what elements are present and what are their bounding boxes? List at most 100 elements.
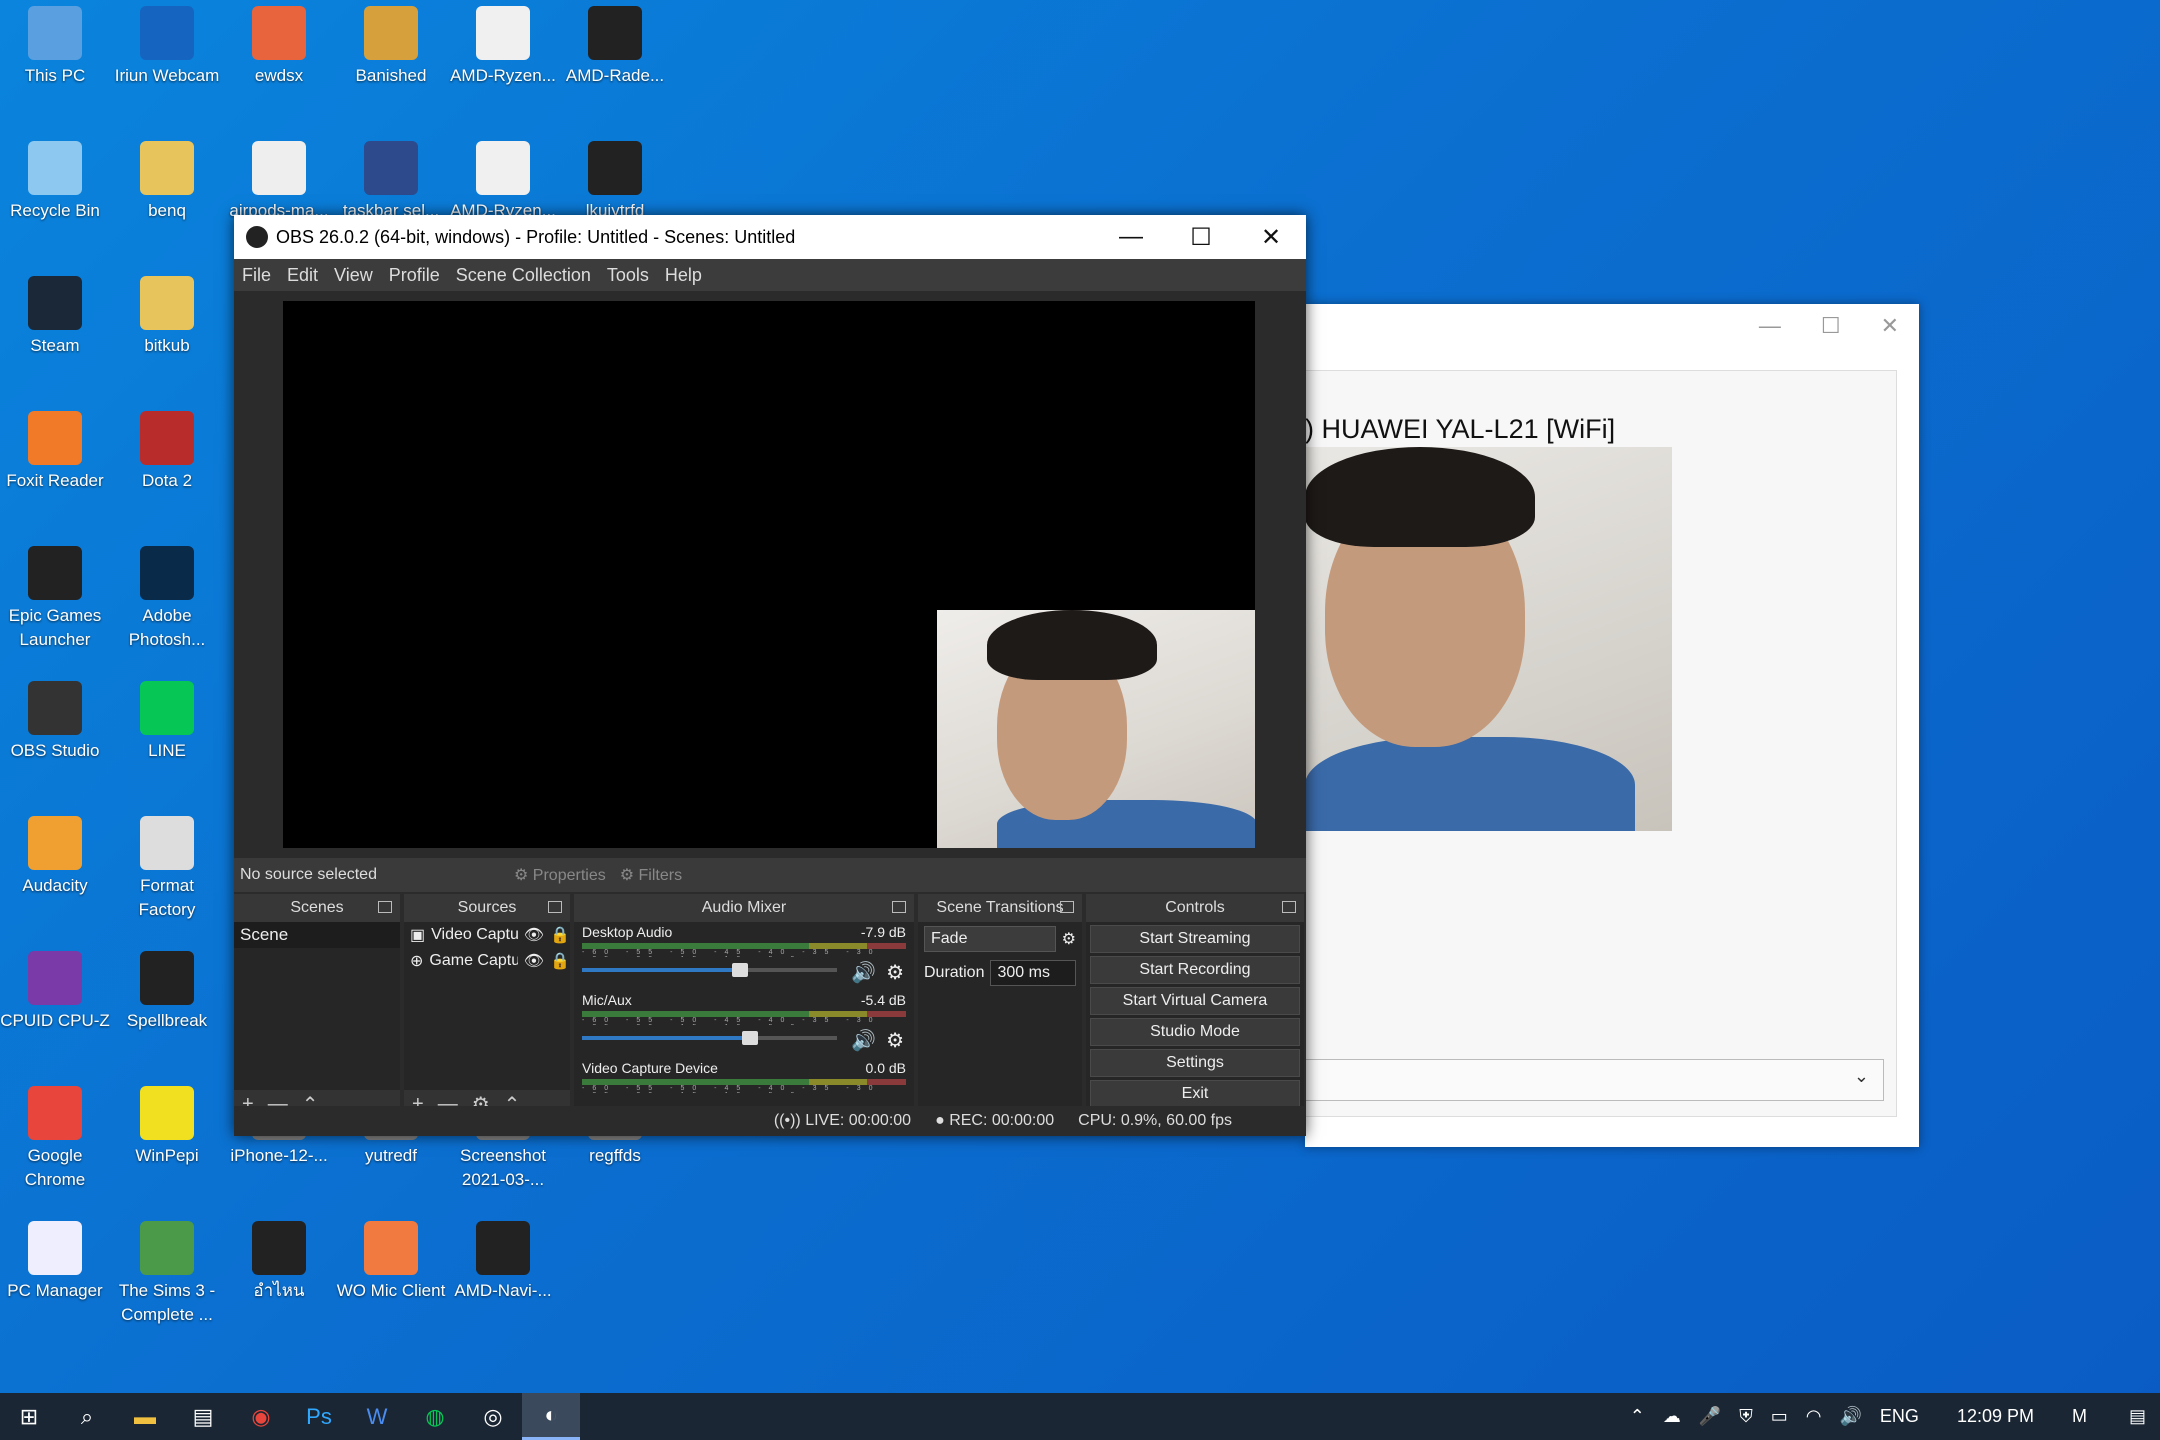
transition-select[interactable]: Fade [924, 926, 1056, 952]
desktop-icon[interactable]: PC Manager [0, 1221, 110, 1303]
desktop-icon[interactable]: benq [112, 141, 222, 223]
desktop-icon[interactable]: Recycle Bin [0, 141, 110, 223]
webcam-source-preview[interactable] [937, 610, 1255, 848]
battery-icon[interactable]: ▭ [1771, 1406, 1788, 1427]
start-streaming-button[interactable]: Start Streaming [1090, 925, 1300, 953]
desktop-icon[interactable]: Google Chrome [0, 1086, 110, 1192]
gear-icon[interactable]: ⚙ [886, 960, 904, 985]
device-dropdown[interactable]: ⌄ [1305, 1059, 1884, 1101]
microphone-icon[interactable]: 🎤 [1699, 1406, 1721, 1427]
obs-window[interactable]: OBS 26.0.2 (64-bit, windows) - Profile: … [234, 215, 1306, 1136]
desktop-icon[interactable]: WinPepi [112, 1086, 222, 1168]
desktop-icon[interactable]: CPUID CPU-Z [0, 951, 110, 1033]
studio-mode-button[interactable]: Studio Mode [1090, 1018, 1300, 1046]
eye-icon[interactable]: 👁 [524, 951, 544, 971]
volume-slider[interactable] [582, 963, 837, 977]
desktop-icon[interactable]: Format Factory [112, 816, 222, 922]
menu-item-profile[interactable]: Profile [381, 265, 448, 286]
phone-camera-window[interactable]: — ☐ ✕ ) HUAWEI YAL-L21 [WiFi] ⌄ [1305, 304, 1919, 1147]
start-recording-button[interactable]: Start Recording [1090, 956, 1300, 984]
desktop-icon[interactable]: Steam [0, 276, 110, 358]
iriun-webcam-icon[interactable]: ◎ [464, 1393, 522, 1440]
speaker-icon[interactable]: 🔊 [851, 960, 876, 985]
mixer-header: Audio Mixer [701, 899, 787, 916]
search-icon[interactable]: ⌕ [58, 1393, 116, 1440]
notepad-icon[interactable]: ▤ [174, 1393, 232, 1440]
undock-icon[interactable] [548, 901, 562, 913]
source-item[interactable]: ⊕ Game Captu 👁 🔒 [404, 948, 570, 974]
undock-icon[interactable] [892, 901, 906, 913]
close-button[interactable]: ✕ [1236, 223, 1306, 252]
menu-item-edit[interactable]: Edit [279, 265, 326, 286]
desktop-icon[interactable]: bitkub [112, 276, 222, 358]
pc-manager-tray-icon[interactable]: M [2072, 1406, 2087, 1427]
desktop-icon[interactable]: Iriun Webcam [112, 6, 222, 88]
maximize-icon[interactable]: ☐ [1821, 313, 1841, 339]
desktop-icon[interactable]: Audacity [0, 816, 110, 898]
menu-item-file[interactable]: File [234, 265, 279, 286]
desktop-icon[interactable]: LINE [112, 681, 222, 763]
desktop-icon[interactable]: lkuiytrfd [560, 141, 670, 223]
file-explorer-icon[interactable]: ▬ [116, 1393, 174, 1440]
menu-item-view[interactable]: View [326, 265, 381, 286]
slider-handle[interactable] [742, 1031, 759, 1045]
desktop-icon[interactable]: อำไหน [224, 1221, 334, 1303]
security-icon[interactable]: ⛨ [1739, 1406, 1753, 1427]
duration-input[interactable]: 300 ms [990, 960, 1076, 986]
word-icon[interactable]: W [348, 1393, 406, 1440]
photoshop-icon[interactable]: Ps [290, 1393, 348, 1440]
exit-button[interactable]: Exit [1090, 1080, 1300, 1108]
slider-handle[interactable] [732, 963, 749, 977]
volume-slider[interactable] [582, 1031, 837, 1045]
start-virtual-camera-button[interactable]: Start Virtual Camera [1090, 987, 1300, 1015]
undock-icon[interactable] [1060, 901, 1074, 913]
desktop-icon[interactable]: Foxit Reader [0, 411, 110, 493]
start-windows-icon[interactable]: ⊞ [0, 1393, 58, 1440]
desktop-icon[interactable]: Epic Games Launcher [0, 546, 110, 652]
preview-canvas[interactable] [283, 301, 1255, 848]
menu-item-scene-collection[interactable]: Scene Collection [448, 265, 599, 286]
desktop-icon[interactable]: AMD-Ryzen... [448, 6, 558, 88]
desktop-icon[interactable]: The Sims 3 - Complete ... [112, 1221, 222, 1327]
desktop-icon[interactable]: AMD-Navi-... [448, 1221, 558, 1303]
desktop-icon[interactable]: OBS Studio [0, 681, 110, 763]
gear-icon[interactable]: ⚙ [886, 1028, 904, 1053]
clock[interactable]: 12:09 PM [1957, 1406, 2034, 1427]
source-item[interactable]: ▣ Video Captu 👁 🔒 [404, 922, 570, 948]
undock-icon[interactable] [1282, 901, 1296, 913]
lock-icon[interactable]: 🔒 [550, 925, 570, 945]
desktop-icon[interactable]: taskbar sel... [336, 141, 446, 223]
eye-icon[interactable]: 👁 [524, 925, 544, 945]
onedrive-icon[interactable]: ☁ [1663, 1406, 1681, 1427]
volume-icon[interactable]: 🔊 [1840, 1406, 1862, 1427]
obs-taskbar-icon[interactable]: ◐ [522, 1393, 580, 1440]
undock-icon[interactable] [378, 901, 392, 913]
language-indicator[interactable]: ENG [1880, 1406, 1919, 1427]
notification-icon[interactable]: ▤ [2129, 1406, 2146, 1427]
gear-icon[interactable]: ⚙ [1062, 929, 1076, 949]
close-icon[interactable]: ✕ [1881, 313, 1899, 339]
chrome-icon[interactable]: ◉ [232, 1393, 290, 1440]
desktop-icon[interactable]: This PC [0, 6, 110, 88]
scene-item[interactable]: Scene [234, 922, 400, 948]
desktop-icon[interactable]: Banished [336, 6, 446, 88]
desktop-icon[interactable]: AMD-Rade... [560, 6, 670, 88]
menu-item-help[interactable]: Help [657, 265, 710, 286]
chevron-up-icon[interactable]: ⌃ [1630, 1406, 1645, 1427]
maximize-button[interactable]: ☐ [1166, 223, 1236, 252]
desktop-icon[interactable]: WO Mic Client [336, 1221, 446, 1303]
line-icon[interactable]: ◍ [406, 1393, 464, 1440]
desktop-icon[interactable]: airpods-ma... [224, 141, 334, 223]
speaker-icon[interactable]: 🔊 [851, 1028, 876, 1053]
settings-button[interactable]: Settings [1090, 1049, 1300, 1077]
desktop-icon[interactable]: Spellbreak [112, 951, 222, 1033]
minimize-button[interactable]: — [1096, 223, 1166, 251]
desktop-icon[interactable]: Dota 2 [112, 411, 222, 493]
desktop-icon[interactable]: ewdsx [224, 6, 334, 88]
desktop-icon[interactable]: Adobe Photosh... [112, 546, 222, 652]
menu-item-tools[interactable]: Tools [599, 265, 657, 286]
lock-icon[interactable]: 🔒 [550, 951, 570, 971]
wifi-icon[interactable]: ◠ [1806, 1406, 1822, 1427]
minimize-icon[interactable]: — [1759, 313, 1781, 339]
desktop-icon[interactable]: AMD-Ryzen... [448, 141, 558, 223]
